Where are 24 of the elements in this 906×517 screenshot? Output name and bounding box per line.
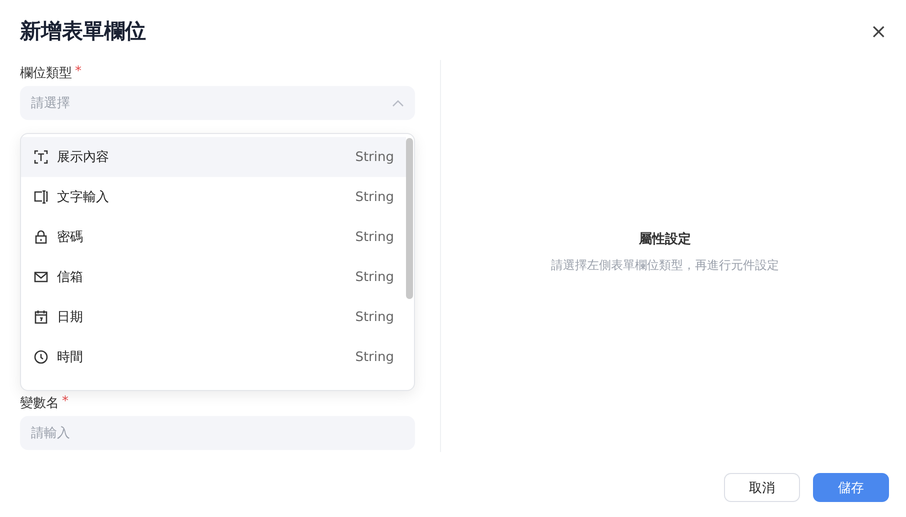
required-mark: * <box>62 394 68 411</box>
input-field[interactable]: 請輸入 <box>20 416 415 450</box>
dropdown-option[interactable]: 展示內容 String <box>21 137 406 177</box>
text-icon <box>33 149 49 165</box>
lock-icon <box>33 229 49 245</box>
panel-title: 屬性設定 <box>639 230 691 248</box>
cancel-button[interactable]: 取消 <box>724 473 800 502</box>
close-button[interactable]: × <box>868 19 889 43</box>
dropdown-option[interactable]: 信箱 String <box>21 257 406 297</box>
field-label: 變數名 <box>20 395 59 413</box>
dropdown-option[interactable]: 文字輸入 String <box>21 177 406 217</box>
clock-icon <box>33 349 49 365</box>
dropdown-option[interactable]: 時間 String <box>21 337 406 377</box>
required-mark: * <box>75 64 82 81</box>
dropdown-option[interactable]: 日期 String <box>21 297 406 337</box>
scrollbar[interactable] <box>406 138 413 299</box>
mail-icon <box>33 269 49 285</box>
text-cursor-icon <box>33 189 49 205</box>
dropdown-option[interactable]: 密碼 String <box>21 217 406 257</box>
chevron-icon <box>392 99 404 107</box>
dialog-title: 新增表單欄位 <box>20 18 146 45</box>
calendar-icon <box>33 309 49 325</box>
panel-hint: 請選擇左側表單欄位類型，再進行元件設定 <box>551 257 779 274</box>
field-label: 欄位類型 <box>20 65 72 83</box>
